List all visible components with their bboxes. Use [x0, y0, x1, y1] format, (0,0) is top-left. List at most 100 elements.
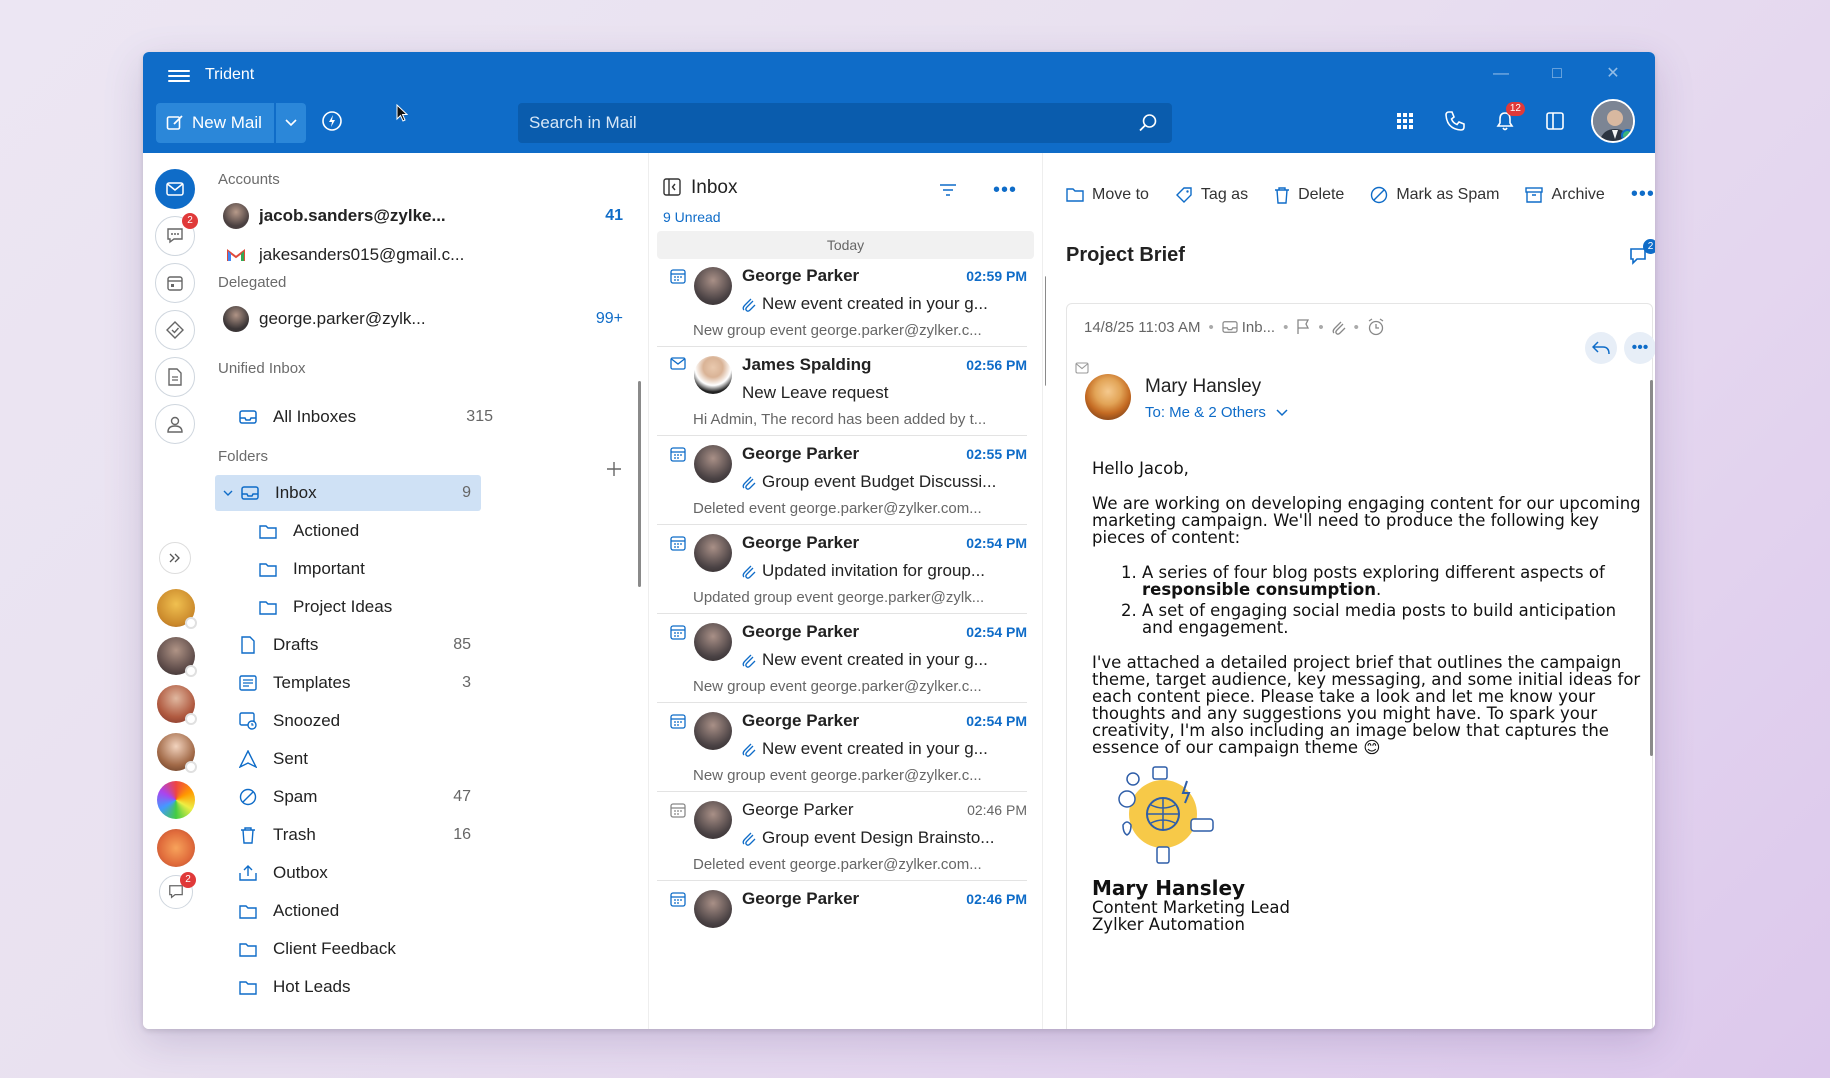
mail-item[interactable]: James Spalding 02:56 PM New Leave reques…: [657, 348, 1027, 436]
menu-icon[interactable]: [168, 67, 190, 85]
mail-item[interactable]: George Parker 02:59 PM New event created…: [657, 259, 1027, 347]
list-title: Inbox: [691, 177, 738, 198]
group-avatar[interactable]: [157, 829, 195, 867]
sender-name[interactable]: Mary Hansley: [1145, 376, 1261, 398]
collapse-pane-icon[interactable]: [663, 178, 681, 196]
mail-item[interactable]: George Parker 02:54 PM New event created…: [657, 704, 1027, 792]
account-email: jakesanders015@gmail.c...: [259, 245, 465, 264]
panel-toggle-icon[interactable]: [1541, 107, 1569, 135]
attachment-icon[interactable]: [1332, 319, 1346, 335]
spam-icon: [1371, 186, 1388, 203]
folder-actioned-2[interactable]: Actioned: [237, 893, 481, 929]
flag-icon[interactable]: [1296, 319, 1310, 335]
rail-expand[interactable]: [159, 542, 191, 574]
folder-actioned[interactable]: Actioned: [257, 513, 481, 549]
search-input[interactable]: [529, 113, 1089, 133]
new-mail-dropdown[interactable]: [276, 103, 306, 143]
user-avatar[interactable]: [1591, 99, 1635, 143]
status-dot: [185, 665, 197, 677]
chevron-down-icon[interactable]: [223, 490, 233, 497]
folder-project-ideas[interactable]: Project Ideas: [257, 589, 481, 625]
minimize-icon[interactable]: —: [1473, 60, 1529, 88]
rail-contacts[interactable]: [155, 404, 195, 444]
mail-time: 02:46 PM: [966, 891, 1027, 907]
contact-avatar[interactable]: [157, 733, 197, 773]
reply-button[interactable]: [1585, 332, 1617, 364]
close-icon[interactable]: ✕: [1585, 60, 1641, 88]
reading-pane-scrollbar[interactable]: [1650, 380, 1653, 756]
rail-chat[interactable]: 2: [155, 213, 198, 256]
mail-item[interactable]: George Parker 02:55 PM Group event Budge…: [657, 437, 1027, 525]
delegated-account[interactable]: george.parker@zylk... 99+: [223, 303, 623, 335]
mail-time: 02:59 PM: [966, 268, 1027, 284]
phone-icon[interactable]: [1441, 107, 1469, 135]
notification-bell[interactable]: 12: [1491, 102, 1525, 135]
move-to-button[interactable]: Move to: [1066, 186, 1149, 204]
mail-item[interactable]: George Parker 02:46 PM: [657, 882, 1027, 970]
sender-avatar: [694, 356, 732, 394]
folder-drafts[interactable]: Drafts 85: [237, 627, 481, 663]
account-item[interactable]: jakesanders015@gmail.c...: [223, 239, 623, 271]
apps-grid-icon[interactable]: [1391, 107, 1419, 135]
folder-count: 9: [462, 484, 471, 501]
account-item[interactable]: jacob.sanders@zylke... 41: [223, 200, 623, 232]
folder-client-feedback[interactable]: Client Feedback: [237, 931, 481, 967]
search-bar[interactable]: [518, 103, 1172, 143]
sender-avatar: [694, 534, 732, 572]
new-mail-button[interactable]: New Mail: [156, 103, 274, 143]
folder-important[interactable]: Important: [257, 551, 481, 587]
folder-all-inboxes[interactable]: All Inboxes 315: [237, 399, 503, 435]
folder-chip[interactable]: Inb...: [1222, 319, 1275, 336]
folder-name: Hot Leads: [273, 977, 351, 996]
notification-badge: 12: [1505, 102, 1525, 116]
mail-item[interactable]: George Parker 02:54 PM New event created…: [657, 615, 1027, 703]
rail-tasks[interactable]: [155, 310, 195, 350]
folder-templates[interactable]: Templates 3: [237, 665, 481, 701]
folder-sent[interactable]: Sent: [237, 741, 481, 777]
folder-count: 16: [453, 826, 471, 843]
rail-mail[interactable]: [155, 169, 195, 209]
unread-count-link[interactable]: 9 Unread: [663, 209, 721, 225]
sender-avatar[interactable]: [1085, 374, 1131, 420]
tag-as-button[interactable]: Tag as: [1175, 186, 1248, 204]
message-more-icon[interactable]: •••: [1624, 332, 1655, 364]
mail-subject: New event created in your g...: [762, 294, 988, 313]
gmail-icon: [223, 242, 249, 268]
add-folder-icon[interactable]: [606, 461, 622, 477]
folder-hot-leads[interactable]: Hot Leads: [237, 969, 481, 1005]
new-mail-split-button: New Mail: [156, 103, 306, 143]
mail-subject: Group event Budget Discussi...: [762, 472, 997, 491]
search-icon[interactable]: [1138, 113, 1158, 133]
campaign-theme-illustration: [1118, 766, 1214, 864]
recipients-toggle[interactable]: To: Me & 2 Others: [1145, 404, 1288, 421]
maximize-icon[interactable]: □: [1529, 60, 1585, 88]
mail-subject-row: New event created in your g...: [742, 739, 1027, 759]
chat-badge: 2: [180, 872, 196, 888]
folder-scrollbar[interactable]: [638, 381, 641, 587]
folder-name: Client Feedback: [273, 939, 396, 958]
contact-avatar[interactable]: [157, 637, 197, 677]
inbox-tray-icon: [237, 406, 259, 428]
folder-inbox[interactable]: Inbox 9: [215, 475, 481, 511]
delete-button[interactable]: Delete: [1274, 186, 1344, 204]
rail-chat-bottom[interactable]: 2: [159, 872, 196, 909]
more-options-icon[interactable]: •••: [993, 179, 1017, 202]
archive-button[interactable]: Archive: [1525, 186, 1605, 204]
filter-icon[interactable]: [939, 183, 957, 197]
folder-outbox[interactable]: Outbox: [237, 855, 481, 891]
contact-avatar[interactable]: [157, 685, 197, 725]
folder-spam[interactable]: Spam 47: [237, 779, 481, 815]
reminder-alarm-icon[interactable]: [1367, 318, 1385, 336]
mail-item[interactable]: George Parker 02:54 PM Updated invitatio…: [657, 526, 1027, 614]
folder-count: 47: [453, 788, 471, 805]
quick-actions-button[interactable]: [321, 110, 349, 138]
rail-calendar[interactable]: [155, 263, 195, 303]
folder-snoozed[interactable]: Snoozed: [237, 703, 481, 739]
mail-item[interactable]: George Parker 02:46 PM Group event Desig…: [657, 793, 1027, 881]
more-actions-icon[interactable]: •••: [1631, 183, 1655, 206]
folder-trash[interactable]: Trash 16: [237, 817, 481, 853]
contact-avatar[interactable]: [157, 589, 197, 629]
rail-notes[interactable]: [155, 357, 195, 397]
mark-as-spam-button[interactable]: Mark as Spam: [1370, 186, 1499, 204]
group-avatar[interactable]: [157, 781, 195, 819]
